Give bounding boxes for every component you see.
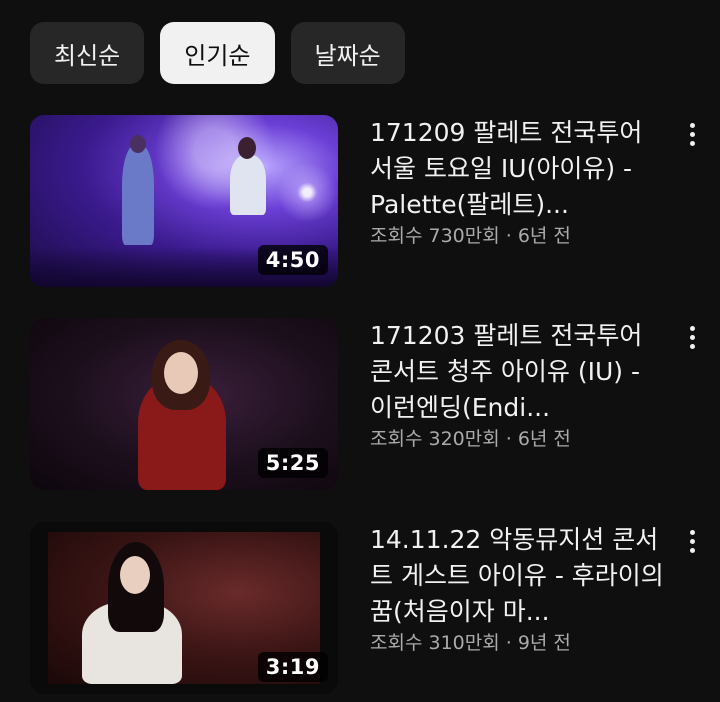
more-options-icon[interactable]: [680, 526, 704, 556]
chip-date[interactable]: 날짜순: [290, 22, 405, 84]
video-duration: 5:25: [257, 448, 328, 478]
video-title[interactable]: 171209 팔레트 전국투어 서울 토요일 IU(아이유) - Palette…: [370, 115, 670, 223]
more-options-icon[interactable]: [680, 119, 704, 149]
video-duration: 3:19: [257, 652, 328, 682]
sort-chips: 최신순 인기순 날짜순: [30, 22, 405, 84]
chip-latest[interactable]: 최신순: [30, 22, 145, 84]
video-thumbnail[interactable]: 4:50: [30, 115, 338, 287]
video-item[interactable]: 4:50 171209 팔레트 전국투어 서울 토요일 IU(아이유) - Pa…: [30, 115, 710, 289]
video-meta: 조회수 310만회 · 9년 전: [370, 632, 571, 654]
chip-popular[interactable]: 인기순: [160, 22, 275, 84]
video-meta: 조회수 320만회 · 6년 전: [370, 428, 571, 450]
video-thumbnail[interactable]: 3:19: [30, 522, 338, 694]
more-options-icon[interactable]: [680, 322, 704, 352]
video-title[interactable]: 171203 팔레트 전국투어 콘서트 청주 아이유 (IU) - 이런엔딩(E…: [370, 318, 670, 426]
video-item[interactable]: 3:19 14.11.22 악동뮤지션 콘서트 게스트 아이유 - 후라이의 꿈…: [30, 522, 710, 696]
video-item[interactable]: 5:25 171203 팔레트 전국투어 콘서트 청주 아이유 (IU) - 이…: [30, 318, 710, 492]
video-meta: 조회수 730만회 · 6년 전: [370, 225, 571, 247]
video-duration: 4:50: [257, 245, 328, 275]
video-thumbnail[interactable]: 5:25: [30, 318, 338, 490]
video-title[interactable]: 14.11.22 악동뮤지션 콘서트 게스트 아이유 - 후라이의 꿈(처음이자…: [370, 522, 670, 630]
